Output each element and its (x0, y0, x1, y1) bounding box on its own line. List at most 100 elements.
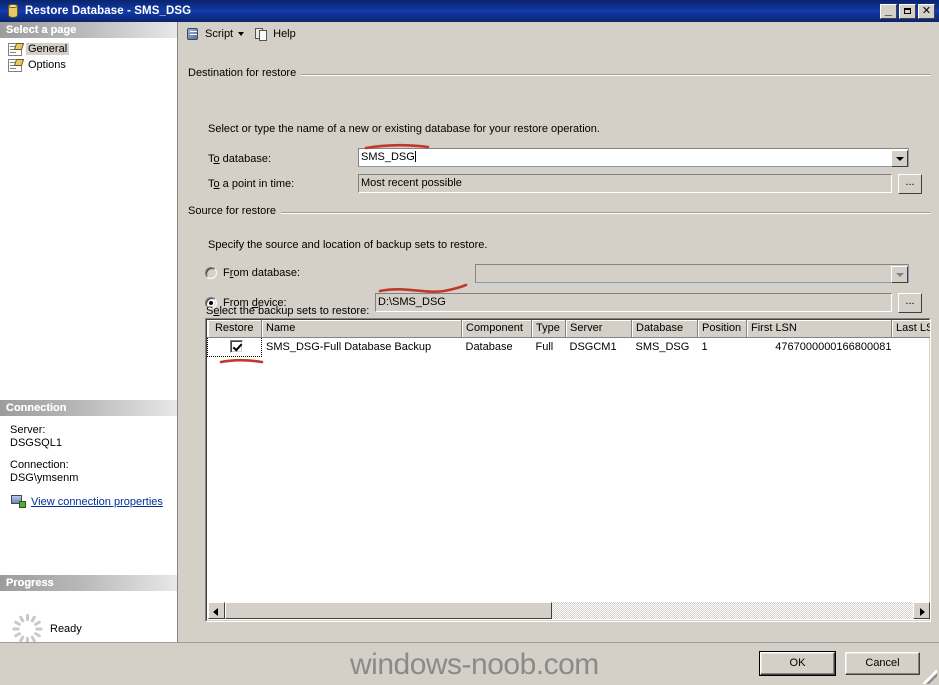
help-button[interactable]: Help (251, 24, 299, 44)
horizontal-scrollbar[interactable] (208, 602, 930, 619)
sidebar-item-general[interactable]: General (4, 41, 177, 57)
server-value: DSGSQL1 (10, 437, 62, 449)
scrollbar-thumb[interactable] (225, 602, 552, 619)
restore-checkbox[interactable] (230, 339, 243, 353)
close-icon: ✕ (921, 4, 932, 17)
cell-first-lsn: 4767000000166800081 (775, 340, 892, 353)
close-button[interactable]: ✕ (918, 3, 935, 19)
connection-label: Connection: (10, 459, 69, 471)
page-list: General Options (0, 38, 177, 73)
sidebar: Select a page General Options Connection… (0, 22, 178, 644)
column-header-component[interactable]: Component (461, 320, 532, 338)
to-point-in-time-input[interactable]: Most recent possible (358, 174, 892, 193)
connection-panel: Connection Server: DSGSQL1 Connection: D… (0, 400, 177, 515)
from-database-input[interactable] (475, 264, 909, 283)
from-device-browse-button[interactable]: ... (898, 293, 922, 313)
from-database-label: From database: (223, 267, 301, 279)
spinner-tick (35, 627, 42, 631)
source-description: Specify the source and location of backu… (208, 239, 488, 251)
column-header-name[interactable]: Name (261, 320, 462, 338)
cell-server: DSGCM1 (569, 340, 617, 353)
page-icon (8, 42, 22, 56)
source-group-title: Source for restore (188, 205, 282, 217)
to-database-dropdown-button[interactable] (891, 150, 908, 167)
cell-name: SMS_DSG-Full Database Backup (266, 340, 432, 353)
progress-header: Progress (0, 575, 177, 591)
page-icon (8, 58, 22, 72)
script-icon (186, 26, 202, 42)
server-label: Server: (10, 424, 46, 436)
connection-header: Connection (0, 400, 177, 416)
window-title: Restore Database - SMS_DSG (25, 5, 192, 17)
connection-icon (11, 494, 27, 509)
content-pane: Script Help Destination for restore Sele… (178, 22, 939, 642)
column-header-type[interactable]: Type (531, 320, 566, 338)
help-icon (254, 26, 270, 42)
cell-restore-checkbox[interactable] (207, 336, 262, 357)
sidebar-item-label: General (26, 43, 70, 55)
script-button[interactable]: Script (183, 24, 251, 44)
column-header-server[interactable]: Server (565, 320, 632, 338)
to-database-input[interactable]: SMS_DSG (358, 148, 909, 167)
view-connection-properties-row[interactable]: View connection properties (10, 494, 177, 509)
destination-group: Destination for restore (188, 67, 930, 81)
sidebar-item-options[interactable]: Options (4, 57, 177, 73)
connection-body: Server: DSGSQL1 Connection: DSG\ymsenm V… (0, 416, 177, 515)
column-header-last-lsn[interactable]: Last LSN (891, 320, 930, 338)
to-point-in-time-label: To a point in time: (208, 178, 295, 190)
help-label: Help (273, 27, 296, 40)
table-header-row: Restore Name Component Type Server Datab… (207, 320, 930, 338)
from-database-radio-row[interactable]: From database: (205, 267, 300, 279)
title-bar: Restore Database - SMS_DSG _ ✕ (0, 0, 939, 22)
from-database-dropdown-button[interactable] (891, 266, 908, 283)
backup-sets-table-container: Restore Name Component Type Server Datab… (205, 318, 931, 622)
group-divider (188, 212, 930, 215)
destination-description: Select or type the name of a new or exis… (208, 123, 600, 135)
backup-sets-table: Restore Name Component Type Server Datab… (207, 320, 931, 357)
source-group: Source for restore (188, 205, 930, 219)
view-connection-properties-link[interactable]: View connection properties (31, 496, 163, 508)
spinner-tick (12, 627, 19, 631)
progress-spinner-icon (12, 614, 42, 644)
maximize-icon (900, 5, 915, 18)
footer-divider (0, 642, 939, 643)
scrollbar-track[interactable] (225, 602, 913, 619)
sidebar-item-label: Options (28, 59, 66, 71)
cell-position: 1 (701, 340, 708, 353)
maximize-button[interactable] (899, 3, 916, 19)
backup-sets-label: Select the backup sets to restore: (206, 305, 370, 317)
column-header-database[interactable]: Database (631, 320, 698, 338)
from-device-input[interactable]: D:\SMS_DSG (375, 293, 892, 312)
toolbar: Script Help (178, 22, 939, 45)
cell-database: SMS_DSG (635, 340, 690, 353)
cancel-button[interactable]: Cancel (845, 652, 920, 675)
to-point-in-time-browse-button[interactable]: ... (898, 174, 922, 194)
resize-grip[interactable] (923, 670, 937, 684)
database-icon (5, 3, 21, 19)
cell-last-lsn: 47680000001 (892, 337, 931, 356)
column-header-restore[interactable]: Restore (207, 320, 262, 338)
select-a-page-header: Select a page (0, 22, 177, 38)
chevron-down-icon[interactable] (238, 31, 245, 36)
table-row[interactable]: SMS_DSG-Full Database Backup Database Fu… (207, 336, 931, 357)
progress-status: Ready (50, 623, 82, 635)
minimize-icon: _ (884, 1, 893, 17)
connection-value: DSG\ymsenm (10, 472, 79, 484)
column-header-first-lsn[interactable]: First LSN (746, 320, 892, 338)
window-controls: _ ✕ (880, 1, 935, 19)
cell-type: Full (535, 340, 554, 353)
column-header-position[interactable]: Position (697, 320, 747, 338)
from-database-radio[interactable] (205, 267, 217, 279)
ok-button[interactable]: OK (759, 651, 836, 676)
script-label: Script (205, 27, 234, 40)
arrow-right-icon[interactable] (913, 602, 930, 619)
spinner-tick (13, 620, 21, 627)
spinner-tick (25, 614, 29, 621)
watermark: windows-noob.com (350, 648, 599, 681)
minimize-button[interactable]: _ (880, 1, 897, 19)
server-info: Server: DSGSQL1 (10, 424, 177, 450)
spinner-tick (33, 620, 41, 627)
cell-component: Database (465, 340, 513, 353)
arrow-left-icon[interactable] (208, 602, 225, 619)
backup-sets-table-frame: Restore Name Component Type Server Datab… (206, 319, 930, 621)
